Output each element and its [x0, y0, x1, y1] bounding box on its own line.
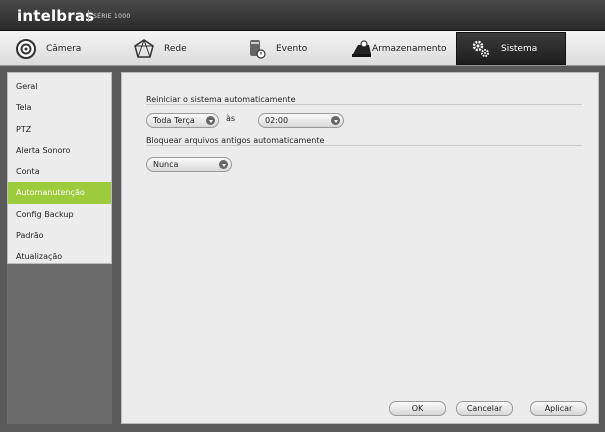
sidebar-item-geral[interactable]: Geral [8, 76, 111, 97]
sidebar: Geral Tela PTZ Alerta Sonoro Conta Autom… [7, 72, 112, 264]
sidebar-item-tela[interactable]: Tela [8, 97, 111, 118]
camera-icon [14, 38, 38, 60]
apply-button[interactable]: Aplicar [530, 401, 587, 416]
gear-icon [469, 38, 493, 60]
restart-time-select[interactable]: 02:00 [258, 113, 344, 128]
top-bar: intelbras SÉRIE 1000 [0, 0, 605, 31]
sidebar-item-padrao[interactable]: Padrão [8, 225, 111, 246]
tab-system[interactable]: Sistema [456, 32, 566, 65]
main-panel: Reiniciar o sistema automaticamente Toda… [121, 72, 599, 424]
at-label: às [226, 114, 236, 123]
restart-time-value: 02:00 [265, 116, 289, 125]
delete-files-value: Nunca [153, 160, 179, 169]
sidebar-empty-area [7, 264, 112, 424]
ok-button[interactable]: OK [389, 401, 446, 416]
chevron-down-icon [219, 160, 228, 169]
sidebar-item-automanutencao[interactable]: Automanutenção [8, 182, 111, 204]
section-divider [146, 104, 582, 105]
delete-files-select[interactable]: Nunca [146, 157, 232, 172]
main-tabs: Câmera Rede Evento Armazenamento Sistema [0, 31, 605, 66]
sidebar-item-alerta-sonoro[interactable]: Alerta Sonoro [8, 140, 111, 161]
network-icon [132, 38, 156, 60]
series-label: SÉRIE 1000 [93, 13, 131, 20]
tab-event-label: Evento [276, 43, 308, 54]
tab-event[interactable]: Evento [244, 32, 344, 65]
section-divider [146, 145, 582, 146]
brand-logo: intelbras [17, 7, 95, 25]
tab-storage-label: Armazenamento [372, 43, 447, 54]
storage-icon [350, 38, 372, 60]
sidebar-item-conta[interactable]: Conta [8, 161, 111, 182]
tab-system-label: Sistema [501, 43, 538, 54]
tab-camera[interactable]: Câmera [14, 32, 114, 65]
restart-day-value: Toda Terça [153, 116, 195, 125]
tab-network-label: Rede [164, 43, 187, 54]
logo-divider [88, 10, 89, 22]
chevron-down-icon [331, 116, 340, 125]
sidebar-item-ptz[interactable]: PTZ [8, 119, 111, 140]
event-icon [244, 38, 268, 60]
restart-section-title: Reiniciar o sistema automaticamente [146, 95, 296, 104]
tab-network[interactable]: Rede [132, 32, 232, 65]
tab-camera-label: Câmera [46, 43, 82, 54]
tab-storage[interactable]: Armazenamento [350, 32, 450, 65]
cancel-button[interactable]: Cancelar [456, 401, 513, 416]
chevron-down-icon [206, 116, 215, 125]
restart-day-select[interactable]: Toda Terça [146, 113, 219, 128]
delete-section-title: Bloquear arquivos antigos automaticament… [146, 136, 325, 145]
sidebar-item-config-backup[interactable]: Config Backup [8, 204, 111, 225]
